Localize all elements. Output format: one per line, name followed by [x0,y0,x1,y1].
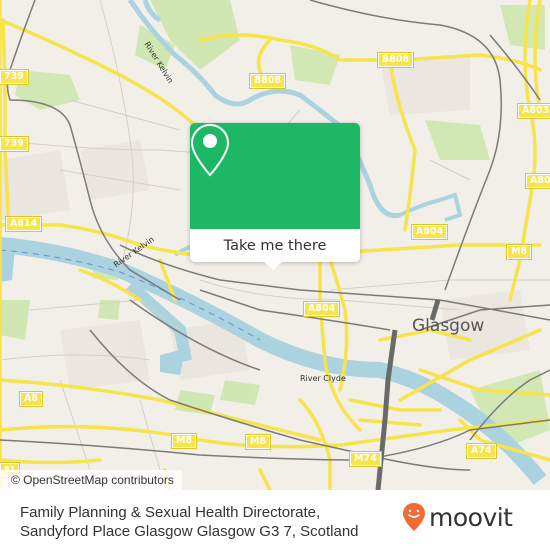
road-label-m8: M8 [170,433,198,449]
brand-name: moovit [429,502,513,532]
map-attribution[interactable]: © OpenStreetMap contributors [0,470,182,490]
water-label-river-clyde: River Clyde [300,374,346,383]
road-label-a74: A74 [466,443,497,459]
road-label-m8: M8 [505,244,533,260]
road-label-a739: 739 [0,69,29,85]
road-label-b808: B808 [248,73,287,89]
road-label-m74: M74 [349,451,382,467]
road-label-a803: A803 [524,173,550,189]
moovit-logo[interactable]: moovit [402,502,513,532]
map-canvas[interactable]: 739 739 A814 B808 B808 A803 A803 A804 A8… [0,0,550,490]
road-label-a8: A8 [19,391,43,407]
destination-address: Family Planning & Sexual Health Director… [20,503,359,541]
destination-popup[interactable]: Take me there [190,123,360,270]
road-label-a803: A803 [516,103,550,119]
location-pin-icon [190,123,230,177]
address-line-2: Sandyford Place Glasgow Glasgow G3 7, Sc… [20,523,359,540]
road-label-a739: 739 [0,136,29,152]
address-line-1: Family Planning & Sexual Health Director… [20,504,321,521]
road-label-a804: A804 [410,224,449,240]
place-label-glasgow: Glasgow [412,316,485,336]
take-me-there-button[interactable]: Take me there [190,229,360,262]
road-label-b808: B808 [376,52,415,68]
popup-pointer [263,261,283,270]
road-label-m8: M8 [244,434,272,450]
moovit-pin-icon [403,503,425,531]
road-label-a804: A804 [302,301,341,317]
road-label-a814: A814 [4,216,43,232]
footer: Family Planning & Sexual Health Director… [0,490,550,550]
popup-header[interactable] [190,123,360,229]
